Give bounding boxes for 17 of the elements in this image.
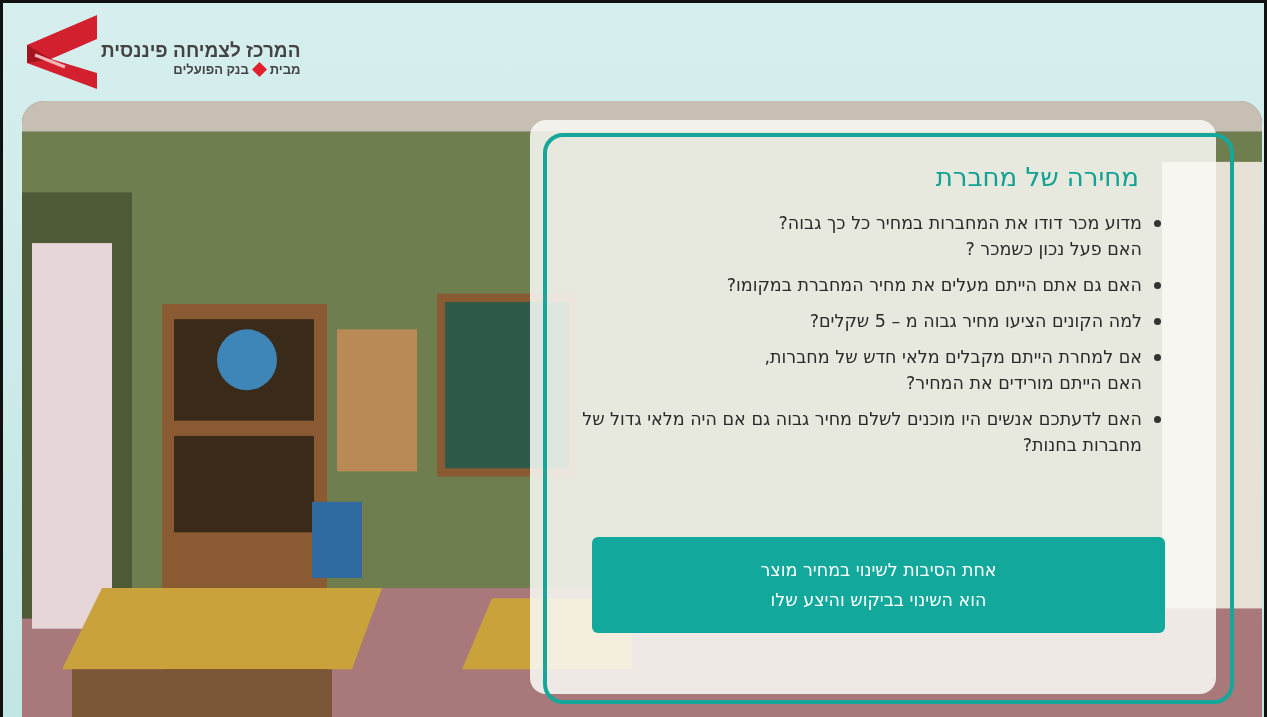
question-text: למה הקונים הציעו מחיר גבוה מ – 5 שקלים?	[809, 310, 1142, 333]
question-text: מדוע מכר דודו את המחברות במחיר כל כך גבוה? האם פעל נכון כשמכר ?	[778, 212, 1142, 261]
logo-subtitle: מבית	[269, 61, 301, 77]
question-text: אם למחרת הייתם מקבלים מלאי חדש של מחברות, האם הייתם מורידים את המחיר?	[764, 346, 1142, 395]
logo-subtitle: בנק הפועלים	[173, 61, 249, 77]
slide-title: מחירה של מחברת	[934, 162, 1139, 192]
diamond-icon	[251, 61, 267, 77]
bullet-icon	[1154, 354, 1161, 361]
summary-callout: אחת הסיבות לשינוי במחיר מוצר הוא השינוי בביקוש והיצע שלו	[592, 537, 1165, 633]
bullet-icon	[1154, 416, 1161, 423]
question-text: האם לדעתכם אנשים היו מוכנים לשלם מחיר גבוה גם אם היה מלאי גדול של מחברות בחנות?	[581, 408, 1142, 457]
bullet-icon	[1154, 282, 1161, 289]
logo-title: המרכז לצמיחה פיננסית	[101, 41, 301, 62]
question-text: האם גם אתם הייתם מעלים את מחיר המחברת במקומו?	[726, 274, 1142, 297]
bullet-icon	[1154, 318, 1161, 325]
chevron-logo-icon	[25, 15, 99, 89]
bullet-icon	[1154, 220, 1161, 227]
